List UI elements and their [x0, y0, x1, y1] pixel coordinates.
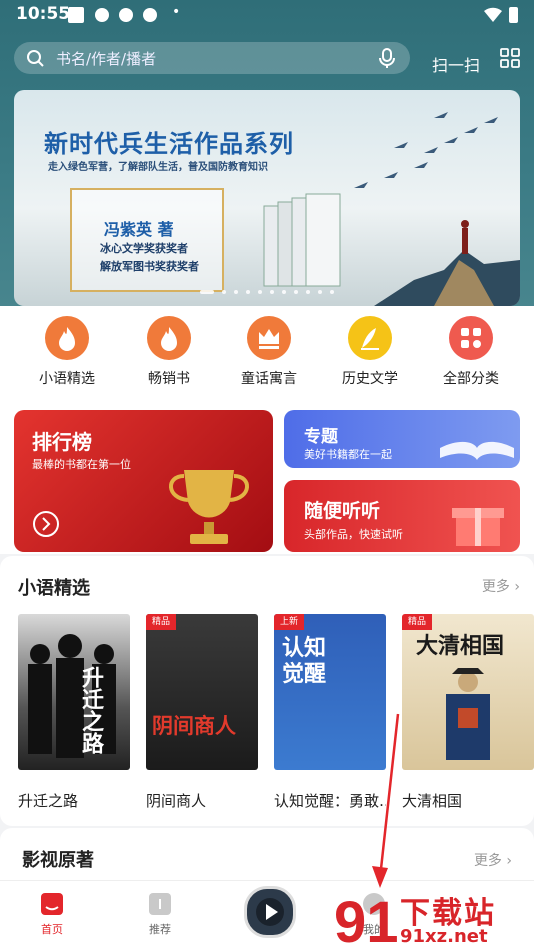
- book-item[interactable]: 上新 认知觉醒 认知觉醒：勇敢…: [274, 614, 386, 811]
- feature-cards: 排行榜 最棒的书都在第一位 专题 美好书籍都在一起 随便听听 头部作品，快速试听: [0, 402, 534, 554]
- section-title: 小语精选: [18, 578, 90, 599]
- category-label: 历史文学: [342, 371, 398, 387]
- category-label: 童话寓言: [241, 371, 297, 387]
- audio-player-button[interactable]: [244, 886, 296, 938]
- banner-award-1: 冰心文学奖获奖者: [100, 242, 188, 255]
- arrow-right-circle-icon[interactable]: [32, 510, 60, 538]
- book-title: 阴间商人: [146, 792, 207, 810]
- book-icon: [149, 893, 171, 915]
- banner-title: 新时代兵生活作品系列: [44, 130, 294, 158]
- crown-icon: [247, 316, 291, 360]
- mountain-soldier-image: [374, 220, 520, 306]
- home-icon: [41, 893, 63, 915]
- category-featured[interactable]: 小语精选: [22, 316, 112, 388]
- flame-icon: [45, 316, 89, 360]
- category-label: 畅销书: [148, 371, 190, 387]
- more-link[interactable]: 更多 ›: [482, 576, 520, 596]
- book-item[interactable]: 升迁之路 升迁之路: [18, 614, 130, 811]
- featured-section: 小语精选 更多 › 升迁之路 升迁之路 精品 阴间商人 阴间商人 上新 认知觉醒…: [0, 556, 534, 826]
- nav-home-label: 首页: [41, 923, 63, 936]
- nav-recommend[interactable]: 推荐: [130, 893, 190, 937]
- category-label: 小语精选: [39, 371, 95, 387]
- scan-button[interactable]: 扫一扫: [432, 52, 480, 76]
- banner-subtitle: 走入绿色军营，了解部队生活，普及国防教育知识: [48, 162, 268, 173]
- category-all[interactable]: 全部分类: [426, 316, 516, 388]
- nav-recommend-label: 推荐: [149, 923, 171, 936]
- microphone-icon[interactable]: [378, 48, 396, 68]
- nav-home[interactable]: 首页: [22, 893, 82, 937]
- site-watermark: 91 下载站 91xz.net: [330, 888, 530, 948]
- open-book-icon: [440, 441, 514, 460]
- book-cover: 上新 认知觉醒: [274, 614, 386, 770]
- section-title: 影视原著: [22, 850, 94, 871]
- flame-icon: [147, 316, 191, 360]
- book-item[interactable]: 精品 大清相国 大清相国: [402, 614, 534, 811]
- category-history[interactable]: 历史文学: [325, 316, 415, 388]
- wifi-battery-icon: [484, 7, 518, 23]
- gift-box-icon: [452, 508, 504, 546]
- official-portrait-image: [446, 668, 490, 760]
- more-notifications-dot: •: [172, 4, 181, 20]
- book-cover: 精品 大清相国: [402, 614, 534, 770]
- listen-subtitle: 头部作品，快速试听: [304, 528, 403, 541]
- notification-icons: [68, 7, 157, 23]
- svg-text:91: 91: [334, 890, 399, 948]
- status-bar: 10:55 •: [0, 0, 534, 30]
- watermark-logo: 91: [334, 890, 399, 948]
- category-row: 小语精选 畅销书 童话寓言 历史文学 全部分类: [0, 306, 534, 402]
- carousel-indicator: [200, 290, 334, 294]
- category-fairytale[interactable]: 童话寓言: [224, 316, 314, 388]
- ranking-subtitle: 最棒的书都在第一位: [32, 458, 131, 471]
- banner-award-2: 解放军图书奖获奖者: [100, 260, 199, 273]
- ranking-card[interactable]: 排行榜 最棒的书都在第一位: [14, 410, 273, 552]
- watermark-domain: 91xz.net: [400, 926, 488, 947]
- search-input[interactable]: 书名/作者/播者: [14, 42, 410, 74]
- promo-banner[interactable]: 新时代兵生活作品系列 走入绿色军营，了解部队生活，普及国防教育知识 冯紫英 著 …: [14, 90, 520, 306]
- book-title: 大清相国: [402, 792, 463, 810]
- book-cover: 精品 阴间商人: [146, 614, 258, 770]
- book-cover: 升迁之路: [18, 614, 130, 770]
- quill-icon: [348, 316, 392, 360]
- jets-illustration: [354, 112, 498, 188]
- listen-title: 随便听听: [304, 500, 381, 522]
- topic-card[interactable]: 专题 美好书籍都在一起: [284, 410, 520, 468]
- book-title: 升迁之路: [18, 792, 79, 810]
- grid-icon: [449, 316, 493, 360]
- cover-title: 阴间商人: [152, 714, 236, 738]
- book-item[interactable]: 精品 阴间商人 阴间商人: [146, 614, 258, 811]
- cover-title: 认知觉醒: [282, 636, 327, 687]
- more-link[interactable]: 更多 ›: [474, 850, 512, 870]
- banner-author: 冯紫英 著: [104, 220, 174, 239]
- book-title: 认知觉醒：勇敢…: [274, 792, 386, 810]
- category-bestseller[interactable]: 畅销书: [124, 316, 214, 388]
- book-set-image: [263, 193, 341, 287]
- adaptation-section: 影视原著 更多 ›: [0, 828, 534, 888]
- topic-subtitle: 美好书籍都在一起: [304, 448, 392, 461]
- grid-menu-icon[interactable]: [500, 48, 520, 68]
- random-listen-card[interactable]: 随便听听 头部作品，快速试听: [284, 480, 520, 552]
- status-time: 10:55: [16, 4, 71, 24]
- cover-title: 升迁之路: [78, 666, 103, 754]
- play-icon: [256, 898, 284, 926]
- trophy-icon: [169, 470, 249, 544]
- ranking-title: 排行榜: [32, 430, 92, 454]
- search-icon: [27, 50, 44, 67]
- category-label: 全部分类: [443, 371, 499, 387]
- cover-title: 大清相国: [416, 634, 505, 659]
- topic-title: 专题: [304, 427, 338, 447]
- search-placeholder: 书名/作者/播者: [56, 50, 157, 68]
- quality-tag: 精品: [146, 614, 176, 630]
- new-tag: 上新: [274, 614, 304, 630]
